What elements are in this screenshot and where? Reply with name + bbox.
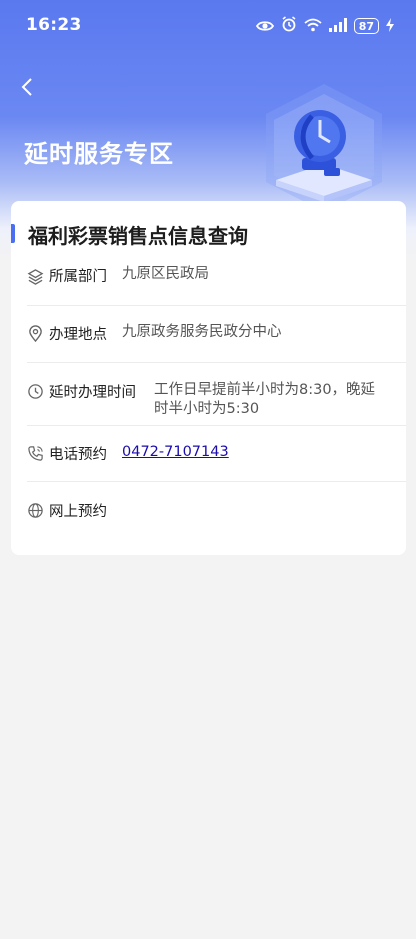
phone-link[interactable]: 0472-7107143 (122, 442, 229, 463)
chevron-left-icon (21, 78, 32, 96)
location-label: 办理地点 (49, 327, 107, 343)
status-icons: 87 (255, 16, 394, 36)
online-booking-label: 网上预约 (49, 504, 107, 520)
signal-icon (328, 17, 347, 36)
divider (27, 305, 406, 306)
status-bar: 16:23 87 (0, 0, 416, 52)
battery-level: 87 (358, 19, 374, 33)
status-time: 16:23 (26, 15, 82, 35)
clock-badge-illustration (254, 84, 394, 214)
eye-icon (255, 17, 274, 36)
extended-hours-value-line2: 时半小时为5:30 (154, 401, 260, 417)
location-value: 九原政务服务民政分中心 (122, 324, 282, 340)
phone-icon (28, 446, 43, 461)
phone-label: 电话预约 (49, 447, 107, 463)
wifi-icon (304, 17, 322, 36)
online-booking-row[interactable]: 网上预约 (11, 498, 406, 522)
alarm-icon (281, 16, 297, 36)
extended-hours-value-line1: 工作日早提前半小时为8:30，晚延 (154, 382, 376, 398)
divider (27, 481, 406, 482)
title-accent-bar (11, 224, 15, 243)
back-button[interactable] (14, 74, 40, 100)
layers-icon (27, 269, 44, 285)
page-title: 延时服务专区 (24, 140, 174, 168)
extended-hours-label: 延时办理时间 (49, 385, 136, 401)
divider (27, 362, 406, 363)
divider (27, 425, 406, 426)
card-title: 福利彩票销售点信息查询 (28, 224, 248, 248)
department-value: 九原区民政局 (122, 266, 209, 282)
charging-icon (386, 17, 394, 36)
battery-icon: 87 (353, 18, 379, 34)
info-card: 福利彩票销售点信息查询 所属部门 九原区民政局 办理地点 九原政务服务民政分中心… (11, 201, 406, 555)
location-pin-icon (29, 325, 42, 342)
clock-icon (28, 384, 43, 399)
department-label: 所属部门 (49, 269, 107, 285)
globe-icon (28, 503, 43, 518)
